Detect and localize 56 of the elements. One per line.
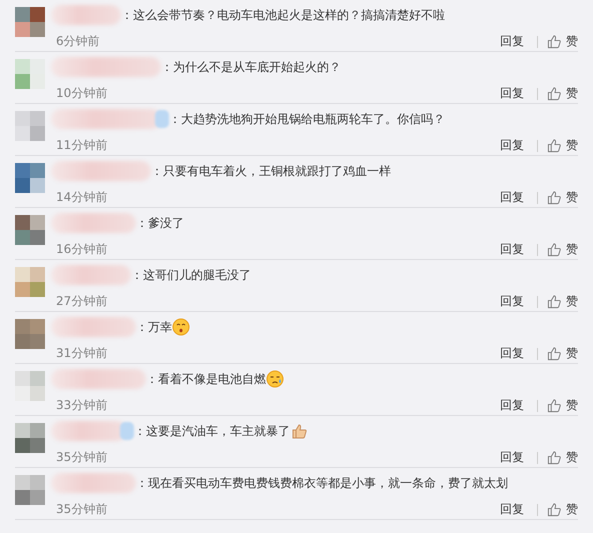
comment-text: ：万幸	[136, 318, 172, 336]
like-button[interactable]: 赞	[547, 189, 578, 206]
thumbs-up-icon	[547, 34, 562, 49]
reply-link[interactable]: 回复	[500, 137, 524, 154]
reply-link[interactable]: 回复	[500, 189, 524, 206]
timestamp: 27分钟前	[55, 293, 108, 310]
timestamp: 10分钟前	[55, 85, 108, 102]
reply-link[interactable]: 回复	[500, 397, 524, 414]
comment-text: ：看着不像是电池自燃	[146, 370, 266, 388]
like-button[interactable]: 赞	[547, 241, 578, 258]
thumbs-up-icon	[547, 502, 562, 517]
reply-link[interactable]: 回复	[500, 85, 524, 102]
comment-text: ：现在看买电动车费电费钱费棉衣等都是小事，就一条命，费了就太划	[136, 474, 508, 492]
comment-text: ：为什么不是从车底开始起火的？	[161, 58, 341, 76]
reply-link[interactable]: 回复	[500, 501, 524, 518]
blushing-face-icon	[172, 318, 190, 336]
blurred-badge	[120, 422, 134, 440]
reply-link[interactable]: 回复	[500, 345, 524, 362]
like-button[interactable]: 赞	[547, 345, 578, 362]
timestamp: 11分钟前	[55, 137, 108, 154]
timestamp: 33分钟前	[55, 397, 108, 414]
timestamp: 31分钟前	[55, 345, 108, 362]
comment-text: ：只要有电车着火，王铜根就跟打了鸡血一样	[151, 162, 391, 180]
thumbs-up-icon	[547, 450, 562, 465]
reply-link[interactable]: 回复	[500, 241, 524, 258]
like-button[interactable]: 赞	[547, 501, 578, 518]
comment-text: ：大趋势洗地狗开始甩锅给电瓶两轮车了。你信吗？	[169, 110, 445, 128]
timestamp: 14分钟前	[55, 189, 108, 206]
reply-link[interactable]: 回复	[500, 293, 524, 310]
timestamp: 16分钟前	[55, 241, 108, 258]
thumbs-up-icon	[547, 294, 562, 309]
timestamp: 35分钟前	[55, 501, 108, 518]
blurred-badge	[155, 110, 169, 128]
like-button[interactable]: 赞	[547, 293, 578, 310]
comment-text: ：这哥们儿的腿毛没了	[131, 266, 251, 284]
like-button[interactable]: 赞	[547, 33, 578, 50]
comment-text: ：这要是汽油车，车主就暴了	[134, 422, 290, 440]
sweating-face-icon	[266, 370, 284, 388]
timestamp: 35分钟前	[55, 449, 108, 466]
like-button[interactable]: 赞	[547, 449, 578, 466]
thumbs-up-icon	[547, 346, 562, 361]
thumbs-up-icon	[547, 242, 562, 257]
reply-link[interactable]: 回复	[500, 33, 524, 50]
blurred-username	[51, 5, 121, 25]
like-button[interactable]: 赞	[547, 397, 578, 414]
thumbs-up-icon	[547, 138, 562, 153]
reply-link[interactable]: 回复	[500, 449, 524, 466]
thumbs-up-icon	[547, 190, 562, 205]
comment-text: ：这么会带节奏？电动车电池起火是这样的？搞搞清楚好不啦	[121, 6, 445, 24]
thumbs-up-icon	[290, 422, 308, 440]
like-button[interactable]: 赞	[547, 137, 578, 154]
thumbs-up-icon	[547, 86, 562, 101]
timestamp: 6分钟前	[55, 33, 101, 50]
like-button[interactable]: 赞	[547, 85, 578, 102]
comment-text: ：爹没了	[136, 214, 184, 232]
thumbs-up-icon	[547, 398, 562, 413]
